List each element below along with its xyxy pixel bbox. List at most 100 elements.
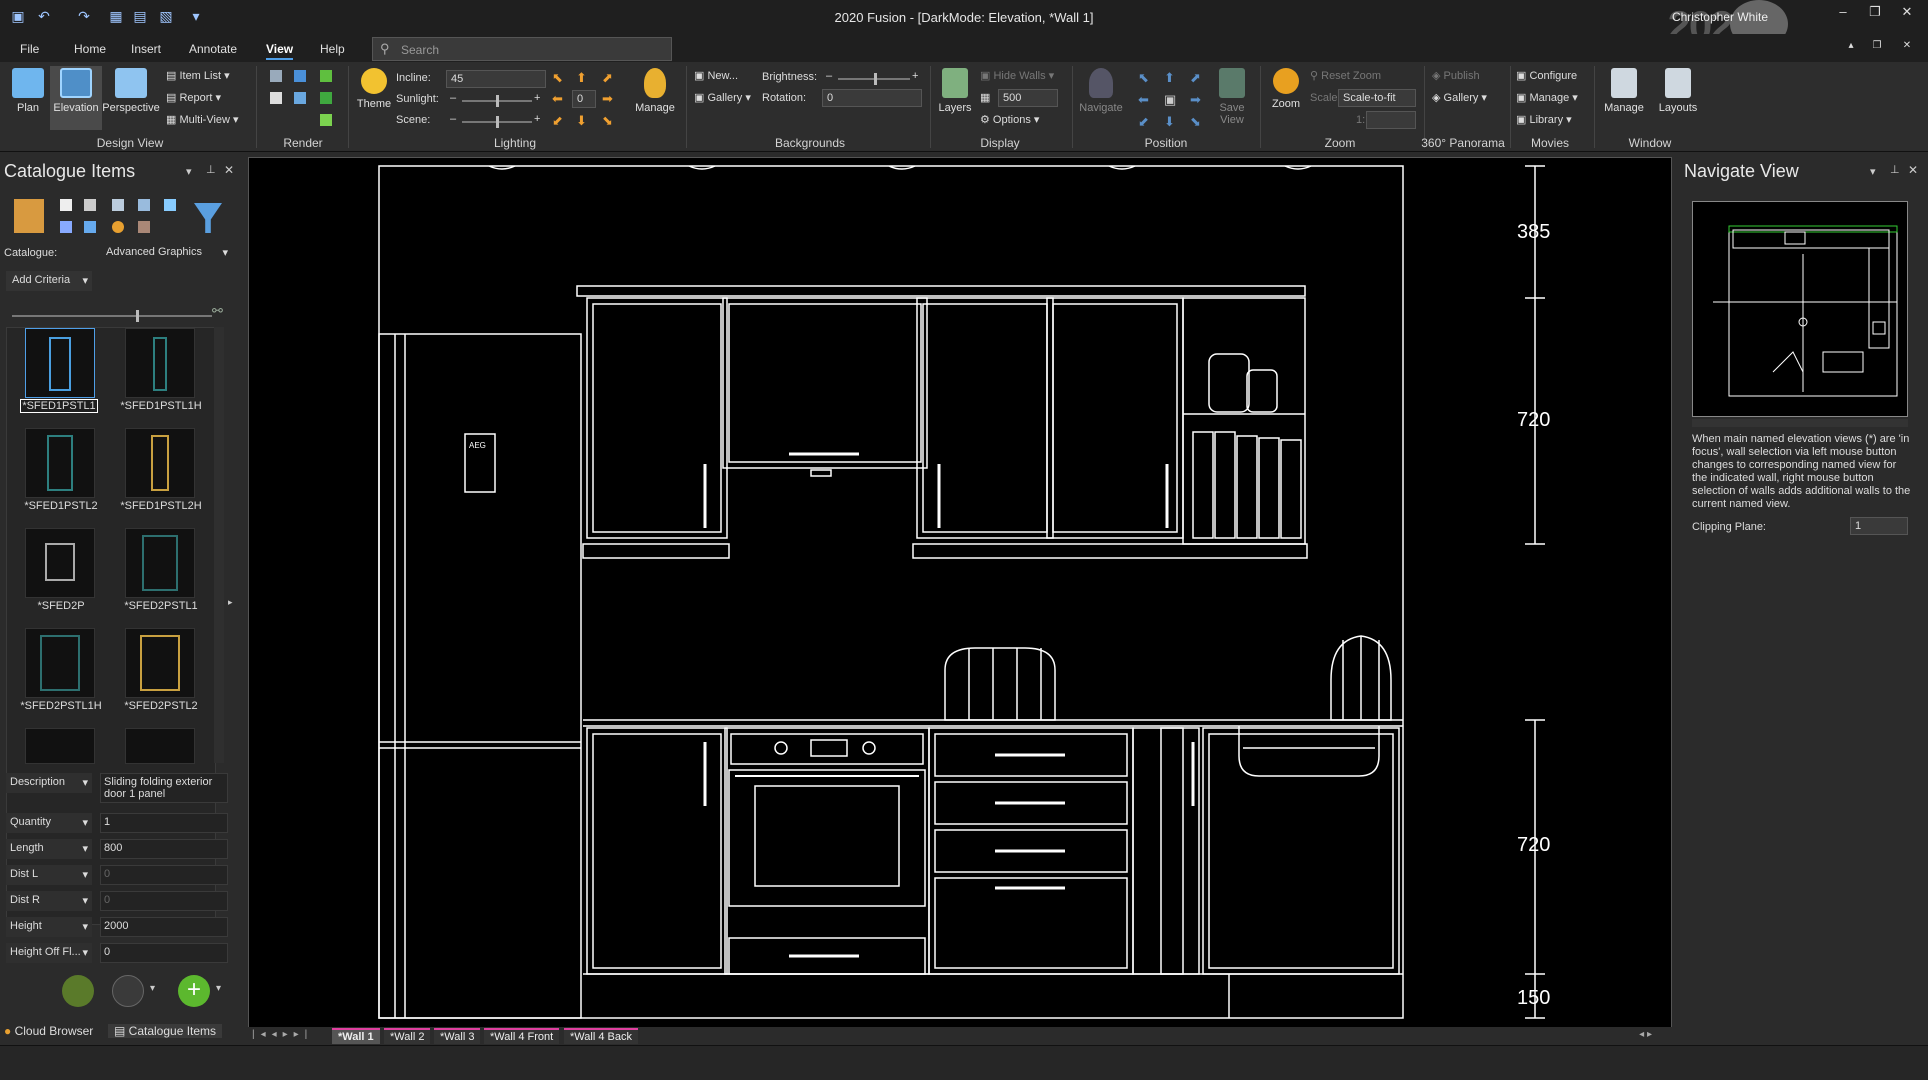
perspective-button[interactable]: Perspective [102, 68, 160, 114]
brightness-plus-icon[interactable]: + [912, 70, 918, 82]
layouts-button[interactable]: Layouts [1654, 68, 1702, 114]
prop-label-dist-l[interactable]: Dist L ▾ [6, 865, 92, 885]
catalogue-tool-3-icon[interactable] [112, 199, 124, 211]
light-arrow-se-icon[interactable]: ⬊ [602, 113, 613, 129]
tab-wall-2[interactable]: *Wall 2 [384, 1028, 431, 1044]
catalogue-thumb[interactable] [25, 428, 95, 498]
elevation-drawing[interactable]: AEG 385 720 720 150 [249, 158, 1671, 1026]
catalogue-thumb[interactable] [25, 528, 95, 598]
render-hidden-line-icon[interactable] [270, 92, 282, 104]
catalogue-thumb[interactable] [125, 428, 195, 498]
tab-catalogue-items[interactable]: ▤ Catalogue Items [108, 1024, 223, 1038]
menu-insert[interactable]: Insert [131, 42, 161, 56]
panel-menu-icon[interactable]: ▾ [1870, 165, 1876, 178]
sunlight-value-input[interactable]: 0 [572, 90, 596, 108]
navigate-view-map[interactable] [1692, 201, 1908, 417]
doc-close-icon[interactable]: ✕ [1892, 40, 1922, 60]
catalogue-tool-7-icon[interactable] [84, 221, 96, 233]
filter-icon[interactable] [194, 203, 222, 233]
render-realistic-icon[interactable] [320, 92, 332, 104]
tab-wall-4-front[interactable]: *Wall 4 Front [484, 1028, 560, 1044]
catalogue-tool-6-icon[interactable] [60, 221, 72, 233]
brightness-slider[interactable] [838, 73, 910, 85]
background-gallery-button[interactable]: ▣ Gallery ▾ [694, 91, 751, 104]
multi-view-button[interactable]: ▦ Multi-View ▾ [166, 113, 239, 126]
prop-value-height-off-floor[interactable]: 0 [100, 943, 228, 963]
panel-menu-icon[interactable]: ▾ [186, 165, 192, 178]
scale-ratio-input[interactable] [1366, 111, 1416, 129]
add-criteria-button[interactable]: Add Criteria ▾ [6, 271, 92, 291]
theme-button[interactable]: Theme [354, 68, 394, 110]
light-arrow-e-icon[interactable]: ➡ [602, 91, 613, 107]
item-list-button[interactable]: ▤ Item List ▾ [166, 69, 230, 82]
layers-button[interactable]: Layers [936, 68, 974, 114]
render-photo-icon[interactable] [320, 114, 332, 126]
catalogue-item-label[interactable]: *SFED1PSTL2H [111, 500, 211, 512]
zoom-button[interactable]: Zoom [1266, 68, 1306, 110]
render-wireframe-icon[interactable] [270, 70, 282, 82]
chevron-down-icon[interactable]: ▾ [216, 983, 221, 994]
catalogue-thumb[interactable] [25, 628, 95, 698]
reset-zoom-button[interactable]: ⚲ Reset Zoom [1310, 69, 1381, 82]
horizontal-scroll-icon[interactable]: ◂ ▸ [1639, 1029, 1652, 1040]
catalogue-item-label[interactable]: *SFED2P [11, 600, 111, 612]
incline-input[interactable]: 45 [446, 70, 546, 88]
render-shaded-icon[interactable] [294, 70, 306, 82]
tab-wall-4-back[interactable]: *Wall 4 Back [564, 1028, 638, 1044]
navigate-scrollbar[interactable] [1692, 419, 1908, 427]
panel-close-icon[interactable]: ✕ [1908, 163, 1918, 177]
prop-label-quantity[interactable]: Quantity ▾ [6, 813, 92, 833]
tab-cloud-browser[interactable]: ● Cloud Browser [4, 1024, 93, 1038]
scene-slider[interactable] [462, 116, 532, 128]
prop-value-description[interactable]: Sliding folding exterior door 1 panel [100, 773, 228, 803]
render-outline-icon[interactable] [294, 92, 306, 104]
catalogue-item-label[interactable]: *SFED1PSTL1H [111, 400, 211, 412]
catalogue-thumb[interactable] [125, 328, 195, 398]
publish-button[interactable]: ◈ Publish [1432, 69, 1480, 82]
prop-value-height[interactable]: 2000 [100, 917, 228, 937]
menu-file[interactable]: File [20, 42, 39, 56]
search-input[interactable]: ⚲ Search [372, 37, 672, 61]
movies-manage-button[interactable]: ▣ Manage ▾ [1516, 91, 1578, 104]
plan-button[interactable]: Plan [10, 68, 46, 114]
menu-annotate[interactable]: Annotate [189, 42, 237, 56]
report-button[interactable]: ▤ Report ▾ [166, 91, 221, 104]
elevation-button[interactable]: Elevation [50, 66, 102, 130]
menu-home[interactable]: Home [74, 42, 106, 56]
tab-wall-3[interactable]: *Wall 3 [434, 1028, 481, 1044]
catalogue-select[interactable]: Advanced Graphics ▾ [100, 243, 230, 263]
catalogue-item-label[interactable]: *SFED2PSTL1 [111, 600, 211, 612]
expand-panel-icon[interactable]: ▸ [228, 597, 233, 608]
lighting-manage-button[interactable]: Manage [630, 68, 680, 114]
light-arrow-ne-icon[interactable]: ⬈ [602, 70, 613, 86]
prop-value-dist-r[interactable]: 0 [100, 891, 228, 911]
position-up-right-icon[interactable]: ⬈ [1190, 70, 1201, 86]
catalogue-tool-4-icon[interactable] [138, 199, 150, 211]
light-arrow-n-icon[interactable]: ⬆ [576, 70, 587, 86]
save-view-button[interactable]: Save View [1212, 68, 1252, 126]
minimize-icon[interactable]: – [1828, 4, 1858, 24]
prop-value-dist-l[interactable]: 0 [100, 865, 228, 885]
scene-plus-icon[interactable]: + [534, 113, 540, 125]
elevation-canvas[interactable]: AEG 385 720 720 150 [248, 157, 1672, 1045]
close-icon[interactable]: ✕ [1892, 4, 1922, 24]
link-tool-icon[interactable] [112, 975, 144, 1007]
position-up-left-icon[interactable]: ⬉ [1138, 70, 1149, 86]
catalogue-tool-1-icon[interactable] [60, 199, 72, 211]
rotation-input[interactable]: 0 [822, 89, 922, 107]
link-icon[interactable]: ⚯ [212, 303, 223, 319]
catalogue-tool-2-icon[interactable] [84, 199, 96, 211]
position-down-icon[interactable]: ⬇ [1164, 114, 1175, 130]
hide-walls-button[interactable]: ▣ Hide Walls ▾ [980, 69, 1054, 82]
tab-navigation-arrows-icon[interactable]: |◂◂▸▸| [252, 1029, 313, 1040]
floor-plan-thumbnail[interactable] [1693, 202, 1907, 416]
prop-value-length[interactable]: 800 [100, 839, 228, 859]
position-down-left-icon[interactable]: ⬋ [1138, 114, 1149, 130]
window-manage-button[interactable]: Manage [1600, 68, 1648, 114]
position-up-icon[interactable]: ⬆ [1164, 70, 1175, 86]
catalogue-tool-9-icon[interactable] [138, 221, 150, 233]
menu-view[interactable]: View [266, 42, 294, 60]
catalogue-tool-8-icon[interactable] [112, 221, 124, 233]
prop-value-quantity[interactable]: 1 [100, 813, 228, 833]
prop-label-description[interactable]: Description ▾ [6, 773, 92, 793]
